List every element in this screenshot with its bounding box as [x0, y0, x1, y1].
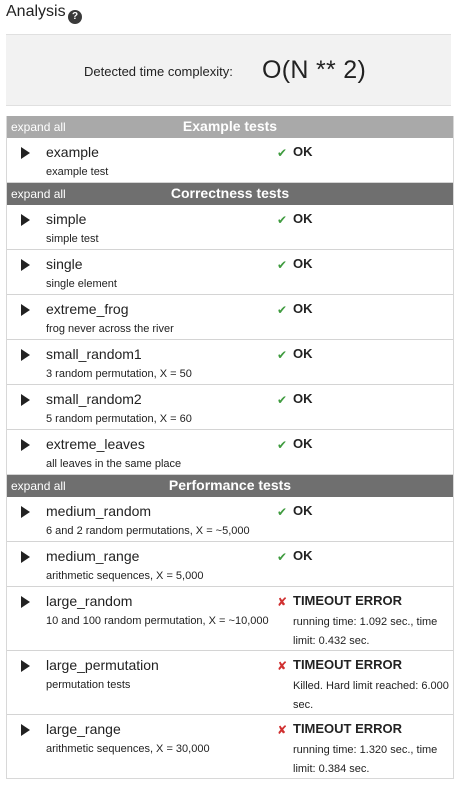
cross-icon: ✘ [277, 659, 288, 673]
test-status: OK [293, 346, 313, 361]
expand-triangle-icon[interactable] [21, 724, 30, 736]
test-description: arithmetic sequences, X = 30,000 [46, 743, 210, 755]
test-status: OK [293, 256, 313, 271]
check-icon: ✔ [277, 258, 288, 272]
check-icon: ✔ [277, 438, 288, 452]
test-description: 3 random permutation, X = 50 [46, 368, 192, 380]
test-description: frog never across the river [46, 323, 174, 335]
test-description: permutation tests [46, 679, 131, 691]
expand-triangle-icon[interactable] [21, 147, 30, 159]
expand-triangle-icon[interactable] [21, 439, 30, 451]
test-row[interactable]: extreme_leaves all leaves in the same pl… [7, 430, 453, 475]
test-description: all leaves in the same place [46, 458, 182, 470]
test-status: OK [293, 211, 313, 226]
expand-triangle-icon[interactable] [21, 304, 30, 316]
expand-triangle-icon[interactable] [21, 394, 30, 406]
test-description: arithmetic sequences, X = 5,000 [46, 570, 204, 582]
test-description: simple test [46, 233, 99, 245]
test-row[interactable]: medium_range arithmetic sequences, X = 5… [7, 542, 453, 587]
test-status: TIMEOUT ERROR [293, 657, 403, 672]
test-status: TIMEOUT ERROR [293, 721, 403, 736]
status-detail: running time: 1.092 sec., time limit: 0.… [293, 616, 438, 647]
test-name: extreme_leaves [46, 436, 145, 452]
test-row[interactable]: large_permutation permutation tests ✘ TI… [7, 651, 453, 715]
expand-triangle-icon[interactable] [21, 349, 30, 361]
status-detail: Killed. Hard limit reached: 6.000 sec. [293, 680, 449, 711]
test-name: simple [46, 211, 87, 227]
section-header-correctness: expand all Correctness tests [7, 183, 453, 205]
test-name: extreme_frog [46, 301, 129, 317]
section-title: Correctness tests [170, 185, 290, 201]
test-name: large_range [46, 721, 121, 737]
expand-triangle-icon[interactable] [21, 596, 30, 608]
test-name: large_random [46, 593, 133, 609]
check-icon: ✔ [277, 303, 288, 317]
cross-icon: ✘ [277, 595, 288, 609]
test-row[interactable]: small_random2 5 random permutation, X = … [7, 385, 453, 430]
complexity-value: O(N ** 2) [262, 56, 367, 84]
page-title: Analysis [6, 3, 66, 20]
test-name: medium_random [46, 503, 152, 519]
expand-triangle-icon[interactable] [21, 259, 30, 271]
test-row[interactable]: large_range arithmetic sequences, X = 30… [7, 715, 453, 778]
test-row[interactable]: simple simple test ✔ OK [7, 205, 453, 250]
test-name: small_random2 [46, 391, 142, 407]
test-description: 5 random permutation, X = 60 [46, 413, 192, 425]
check-icon: ✔ [277, 505, 288, 519]
cross-icon: ✘ [277, 723, 288, 737]
section-title: Performance tests [168, 477, 292, 493]
test-description: 10 and 100 random permutation, X = ~10,0… [46, 615, 269, 627]
test-row[interactable]: large_random 10 and 100 random permutati… [7, 587, 453, 651]
test-results: expand all Example tests example example… [6, 116, 454, 779]
test-row[interactable]: medium_random 6 and 2 random permutation… [7, 497, 453, 542]
check-icon: ✔ [277, 146, 288, 160]
section-title: Example tests [182, 118, 278, 134]
analysis-header: Analysis ? [0, 0, 457, 34]
test-status: OK [293, 301, 313, 316]
test-status: OK [293, 144, 313, 159]
expand-triangle-icon[interactable] [21, 506, 30, 518]
test-row[interactable]: small_random1 3 random permutation, X = … [7, 340, 453, 385]
check-icon: ✔ [277, 348, 288, 362]
test-status: OK [293, 548, 313, 563]
test-name: example [46, 144, 99, 160]
section-header-example: expand all Example tests [7, 116, 453, 138]
status-detail: running time: 1.320 sec., time limit: 0.… [293, 744, 438, 775]
help-icon[interactable]: ? [68, 10, 82, 24]
test-status: OK [293, 436, 313, 451]
expand-triangle-icon[interactable] [21, 551, 30, 563]
test-name: single [46, 256, 83, 272]
test-name: large_permutation [46, 657, 159, 673]
test-description: example test [46, 166, 109, 178]
check-icon: ✔ [277, 213, 288, 227]
test-name: medium_range [46, 548, 140, 564]
test-row[interactable]: example example test ✔ OK [7, 138, 453, 183]
test-status: OK [293, 503, 313, 518]
expand-triangle-icon[interactable] [21, 660, 30, 672]
complexity-label: Detected time complexity: [84, 64, 233, 79]
expand-triangle-icon[interactable] [21, 214, 30, 226]
check-icon: ✔ [277, 550, 288, 564]
complexity-panel: Detected time complexity: O(N ** 2) [6, 34, 451, 106]
check-icon: ✔ [277, 393, 288, 407]
test-row[interactable]: extreme_frog frog never across the river… [7, 295, 453, 340]
test-status: TIMEOUT ERROR [293, 593, 403, 608]
test-status: OK [293, 391, 313, 406]
test-description: single element [46, 278, 117, 290]
test-name: small_random1 [46, 346, 142, 362]
test-description: 6 and 2 random permutations, X = ~5,000 [46, 525, 250, 537]
test-row[interactable]: single single element ✔ OK [7, 250, 453, 295]
section-header-performance: expand all Performance tests [7, 475, 453, 497]
